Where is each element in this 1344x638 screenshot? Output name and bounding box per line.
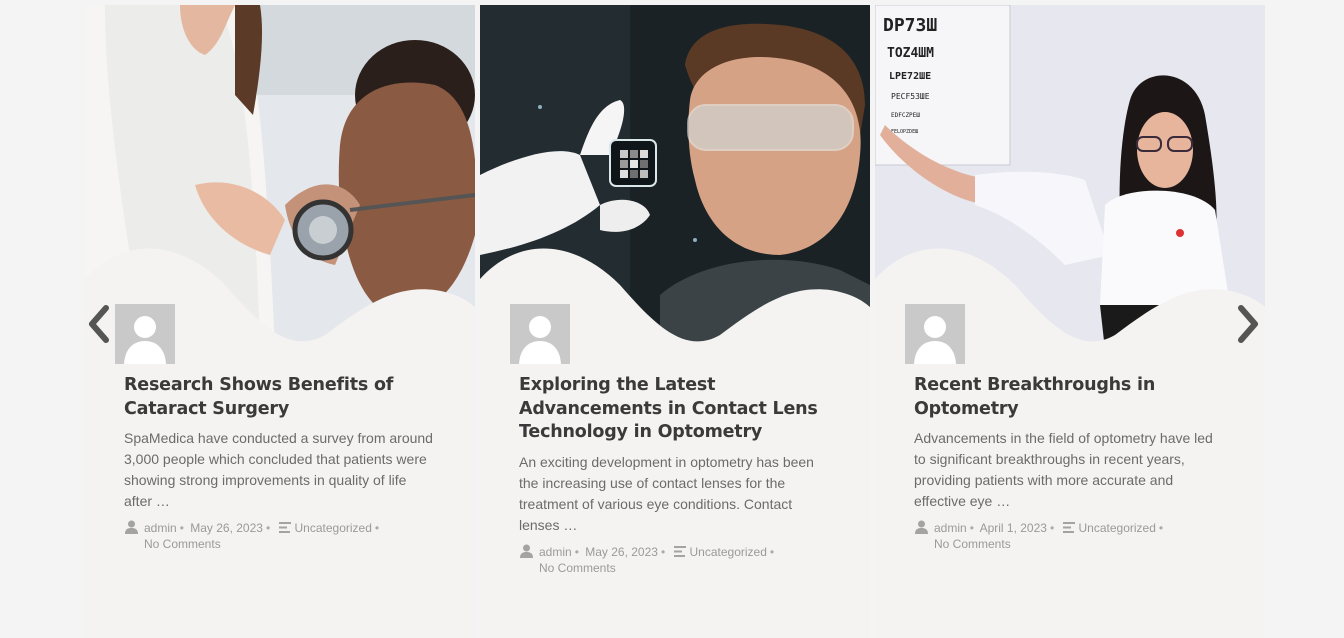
meta-separator: • xyxy=(374,521,380,535)
svg-text:LPE72ШЕ: LPE72ШЕ xyxy=(889,71,931,82)
author-avatar[interactable] xyxy=(510,304,570,364)
user-avatar-icon xyxy=(519,316,561,364)
meta-separator: • xyxy=(660,544,666,559)
post-card[interactable]: Research Shows Benefits of Cataract Surg… xyxy=(85,5,475,638)
svg-text:PECF53ШЕ: PECF53ШЕ xyxy=(891,92,930,101)
meta-separator: • xyxy=(969,521,974,535)
post-date[interactable]: May 26, 2023 xyxy=(585,545,658,559)
post-card[interactable]: DP73Ш TOZ4ШM LPE72ШЕ PECF53ШЕ EDFCZPЕШ F… xyxy=(875,5,1265,638)
post-comments-link[interactable]: No Comments xyxy=(144,537,221,551)
post-excerpt: Advancements in the field of optometry h… xyxy=(914,430,1213,509)
meta-separator: • xyxy=(1158,521,1164,535)
post-content: Research Shows Benefits of Cataract Surg… xyxy=(124,374,436,552)
author-avatar[interactable] xyxy=(905,304,965,364)
post-title[interactable]: Exploring the Latest Advancements in Con… xyxy=(519,374,831,445)
post-meta: admin • May 26, 2023 • Uncategorized • No C… xyxy=(124,520,434,552)
post-author-link[interactable]: admin xyxy=(144,521,177,535)
author-avatar[interactable] xyxy=(115,304,175,364)
post-meta: admin • May 26, 2023 • Uncategorized • No C… xyxy=(519,544,829,576)
post-category-link[interactable]: Uncategorized xyxy=(295,521,372,535)
meta-separator: • xyxy=(574,544,579,559)
meta-separator: • xyxy=(265,521,271,535)
svg-text:EDFCZPЕШ: EDFCZPЕШ xyxy=(891,112,920,119)
post-excerpt: An exciting development in optometry has… xyxy=(519,453,814,533)
post-content: Exploring the Latest Advancements in Con… xyxy=(519,374,831,576)
category-icon xyxy=(673,545,686,557)
user-avatar-icon xyxy=(914,316,956,364)
meta-separator: • xyxy=(769,544,775,559)
post-comments-link[interactable]: No Comments xyxy=(539,561,616,575)
post-date[interactable]: May 26, 2023 xyxy=(190,521,263,535)
post-date[interactable]: April 1, 2023 xyxy=(980,521,1047,535)
user-icon xyxy=(915,520,928,534)
user-avatar-icon xyxy=(124,316,166,364)
post-category-link[interactable]: Uncategorized xyxy=(1079,521,1156,535)
svg-text:TOZ4ШM: TOZ4ШM xyxy=(887,46,934,61)
post-author-link[interactable]: admin xyxy=(539,545,572,559)
chevron-right-icon[interactable] xyxy=(1233,305,1263,343)
category-icon xyxy=(278,522,291,533)
post-comments-link[interactable]: No Comments xyxy=(934,537,1011,551)
meta-separator: • xyxy=(179,521,184,535)
category-icon xyxy=(1062,522,1075,533)
post-title[interactable]: Recent Breakthroughs in Optometry xyxy=(914,374,1226,421)
svg-text:FELOPZDЕШ: FELOPZDЕШ xyxy=(891,129,918,135)
post-content: Recent Breakthroughs in Optometry Advanc… xyxy=(914,374,1226,552)
blog-carousel: Research Shows Benefits of Cataract Surg… xyxy=(85,5,1265,638)
post-card[interactable]: Exploring the Latest Advancements in Con… xyxy=(480,5,870,638)
post-excerpt: SpaMedica have conducted a survey from a… xyxy=(124,430,433,509)
post-category-link[interactable]: Uncategorized xyxy=(690,545,767,559)
user-icon xyxy=(125,520,138,534)
chevron-left-icon[interactable] xyxy=(84,305,114,343)
post-author-link[interactable]: admin xyxy=(934,521,967,535)
meta-separator: • xyxy=(1049,521,1055,535)
svg-text:DP73Ш: DP73Ш xyxy=(883,15,937,36)
post-meta: admin • April 1, 2023 • Uncategorized • No … xyxy=(914,520,1224,552)
post-title[interactable]: Research Shows Benefits of Cataract Surg… xyxy=(124,374,436,421)
user-icon xyxy=(520,544,533,558)
